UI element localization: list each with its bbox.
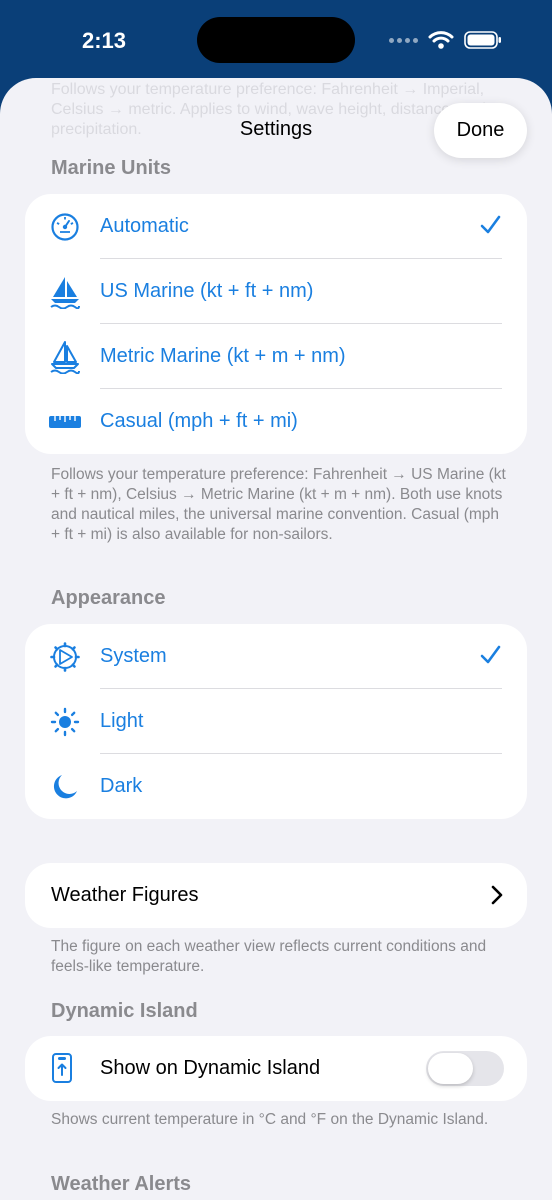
sun-icon [49, 707, 81, 737]
option-us-marine[interactable]: US Marine (kt + ft + nm) [25, 259, 527, 324]
dynamic-island-toggle-label: Show on Dynamic Island [100, 1057, 321, 1079]
option-label: System [100, 645, 167, 667]
weather-figures-label: Weather Figures [51, 884, 199, 906]
ruler-icon [49, 407, 81, 437]
checkmark-icon [479, 644, 501, 671]
option-system[interactable]: System [25, 624, 527, 689]
option-label: Automatic [100, 215, 189, 237]
status-bar: 2:13 [0, 0, 552, 80]
section-header-weather-alerts: Weather Alerts [51, 1173, 192, 1195]
appearance-group: System Light Dark [25, 624, 527, 819]
battery-icon [464, 31, 501, 49]
weather-figures-footer: The figure on each weather view reflects… [51, 938, 487, 975]
option-label: Light [100, 710, 144, 732]
weather-figures-row[interactable]: Weather Figures [25, 863, 527, 928]
section-header-dynamic-island: Dynamic Island [51, 1000, 198, 1022]
option-metric-marine[interactable]: Metric Marine (kt + m + nm) [25, 324, 527, 389]
gear-icon [49, 642, 81, 672]
sheet-header: Follows your temperature preference: Fah… [0, 78, 552, 166]
done-button[interactable]: Done [434, 103, 527, 158]
wifi-icon [428, 31, 454, 49]
option-automatic[interactable]: Automatic [25, 194, 527, 259]
option-label: US Marine (kt + ft + nm) [100, 280, 314, 302]
dynamic-island-group: Show on Dynamic Island [25, 1036, 527, 1101]
marine-units-footer: Follows your temperature preference: Fah… [51, 466, 506, 543]
checkmark-icon [479, 214, 501, 241]
marine-units-group: Automatic US Marine (kt + ft + nm) Metri… [25, 194, 527, 454]
section-header-marine-units: Marine Units [51, 157, 172, 179]
status-time: 2:13 [82, 28, 127, 53]
sailboat-filled-icon [49, 277, 81, 309]
dynamic-island [197, 17, 355, 63]
option-dark[interactable]: Dark [25, 754, 527, 819]
toggle-knob [428, 1053, 473, 1084]
option-label: Metric Marine (kt + m + nm) [100, 345, 346, 367]
section-header-appearance: Appearance [51, 587, 166, 609]
phone-island-icon [52, 1053, 72, 1088]
cellular-signal-icon [389, 37, 418, 43]
settings-sheet: Follows your temperature preference: Fah… [0, 78, 552, 1200]
sailboat-icon [49, 341, 81, 374]
status-icons [389, 30, 502, 50]
dynamic-island-toggle[interactable] [426, 1051, 504, 1086]
option-label: Casual (mph + ft + mi) [100, 410, 298, 432]
dynamic-island-footer: Shows current temperature in °C and °F o… [51, 1111, 489, 1128]
chevron-right-icon [491, 885, 503, 910]
option-casual[interactable]: Casual (mph + ft + mi) [25, 389, 527, 454]
moon-icon [49, 772, 81, 802]
gauge-icon [49, 212, 81, 242]
option-label: Dark [100, 775, 143, 797]
option-light[interactable]: Light [25, 689, 527, 754]
